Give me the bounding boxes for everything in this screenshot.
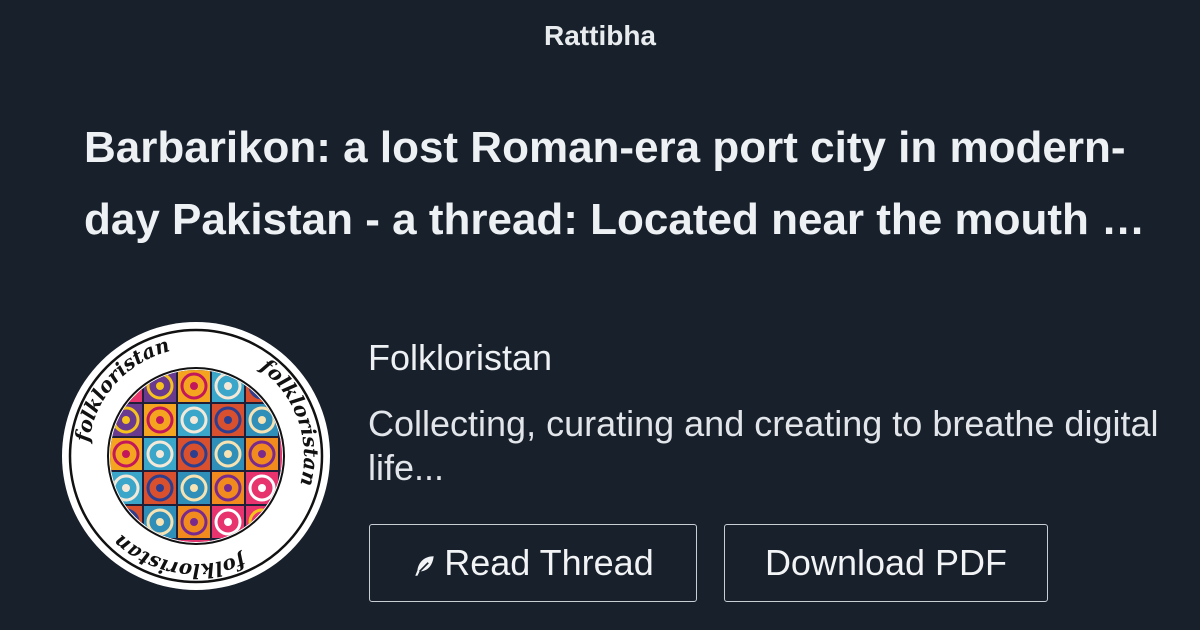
thread-title: Barbarikon: a lost Roman-era port city i… <box>84 123 1143 244</box>
author-bio: Collecting, curating and creating to bre… <box>368 403 1159 488</box>
feather-icon <box>415 556 434 576</box>
site-name: Rattibha <box>544 20 656 51</box>
author-avatar: folkloristan folkloristan folkloristan <box>62 322 330 590</box>
author-name: Folkloristan <box>368 337 553 378</box>
read-thread-button[interactable]: Read Thread <box>369 524 697 602</box>
read-thread-label: Read Thread <box>444 542 654 583</box>
download-pdf-label: Download PDF <box>764 542 1008 583</box>
download-pdf-button[interactable]: Download PDF <box>724 524 1048 602</box>
